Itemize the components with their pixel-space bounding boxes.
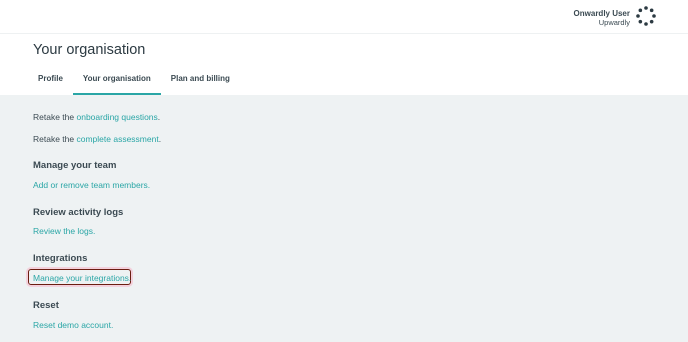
onboarding-row: Retake the onboarding questions. [33,112,160,122]
reset-demo-account-link[interactable]: Reset demo account. [33,320,113,330]
top-bar: Onwardly User Upwardly [0,0,688,34]
team-heading: Manage your team [33,160,117,171]
review-logs-link[interactable]: Review the logs. [33,226,95,236]
user-name: Onwardly User [573,9,630,18]
assessment-prefix: Retake the [33,134,77,144]
onboarding-questions-link[interactable]: onboarding questions [76,112,157,122]
user-menu[interactable]: Onwardly User Upwardly [574,9,630,27]
user-organisation: Upwardly [598,18,630,27]
assessment-row: Retake the complete assessment. [33,134,161,144]
page-header: Your organisation Profile Your organisat… [0,34,688,95]
tab-your-organisation[interactable]: Your organisation [72,68,161,95]
onboarding-prefix: Retake the [33,112,77,122]
manage-team-link[interactable]: Add or remove team members. [33,180,150,190]
tab-bar: Profile Your organisation Plan and billi… [28,68,240,95]
integrations-heading: Integrations [33,253,88,264]
tab-plan-and-billing[interactable]: Plan and billing [161,68,240,95]
manage-integrations-link[interactable]: Manage your integrations. [33,273,131,283]
assessment-suffix: . [158,134,162,144]
reset-heading: Reset [33,300,59,311]
settings-content: Retake the onboarding questions. Retake … [0,95,688,342]
tab-profile[interactable]: Profile [28,68,73,95]
onboarding-suffix: . [157,112,161,122]
complete-assessment-link[interactable]: complete assessment [76,134,158,144]
activity-logs-heading: Review activity logs [33,207,124,218]
page-title: Your organisation [33,42,146,58]
dotted-ring-logo-icon[interactable] [636,6,656,26]
